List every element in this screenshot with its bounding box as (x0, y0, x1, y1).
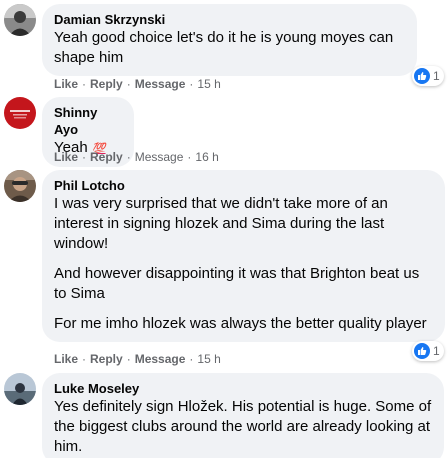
comment-author[interactable]: Phil Lotcho (54, 177, 433, 194)
avatar[interactable] (4, 4, 36, 36)
reaction-badge[interactable]: 1 (412, 341, 444, 361)
like-link[interactable]: Like (54, 77, 78, 91)
reply-link[interactable]: Reply (90, 150, 123, 164)
comment-text: I was very surprised that we didn't take… (54, 195, 388, 252)
reaction-badge[interactable]: 1 (412, 66, 444, 86)
comment-bubble: Damian Skrzynski Yeah good choice let's … (42, 4, 417, 76)
separator: · (82, 150, 87, 164)
separator: · (82, 77, 87, 91)
message-link[interactable]: Message (135, 150, 184, 164)
comment-author[interactable]: Luke Moseley (54, 380, 432, 397)
thumbs-up-icon (414, 343, 430, 359)
separator: · (187, 150, 192, 164)
like-link[interactable]: Like (54, 150, 78, 164)
avatar[interactable] (4, 373, 36, 405)
reply-link[interactable]: Reply (90, 77, 123, 91)
like-link[interactable]: Like (54, 352, 78, 366)
thumbs-up-icon (414, 68, 430, 84)
reaction-count: 1 (433, 69, 440, 83)
comment-text: For me imho hlozek was always the better… (54, 315, 427, 332)
avatar-photo-icon (4, 4, 36, 36)
reply-link[interactable]: Reply (90, 352, 123, 366)
separator: · (126, 352, 131, 366)
timestamp[interactable]: 15 h (197, 77, 220, 91)
message-link[interactable]: Message (135, 352, 186, 366)
comment-author[interactable]: Shinny Ayo (54, 104, 122, 138)
comment-bubble: Phil Lotcho I was very surprised that we… (42, 170, 445, 342)
separator: · (82, 352, 87, 366)
separator: · (189, 352, 194, 366)
comment-author[interactable]: Damian Skrzynski (54, 11, 405, 28)
comment-actions: Like · Reply · Message · 15 h (54, 352, 221, 366)
comment-text: Yes definitely sign Hložek. His potentia… (54, 398, 432, 455)
timestamp[interactable]: 15 h (197, 352, 220, 366)
separator: · (189, 77, 194, 91)
separator: · (126, 150, 131, 164)
reaction-count: 1 (433, 344, 440, 358)
comment-bubble: Luke Moseley Yes definitely sign Hložek.… (42, 373, 444, 458)
avatar-photo-icon (4, 97, 36, 129)
avatar-photo-icon (4, 373, 36, 405)
separator: · (126, 77, 131, 91)
comment-text: And however disappointing it was that Br… (54, 265, 420, 302)
comment-actions: Like · Reply · Message · 16 h (54, 150, 219, 164)
avatar-photo-icon (4, 170, 36, 202)
comment-text: Yeah good choice let's do it he is young… (54, 29, 394, 66)
comment-actions: Like · Reply · Message · 15 h (54, 77, 221, 91)
message-link[interactable]: Message (135, 77, 186, 91)
timestamp[interactable]: 16 h (195, 150, 218, 164)
avatar[interactable] (4, 170, 36, 202)
avatar[interactable] (4, 97, 36, 129)
